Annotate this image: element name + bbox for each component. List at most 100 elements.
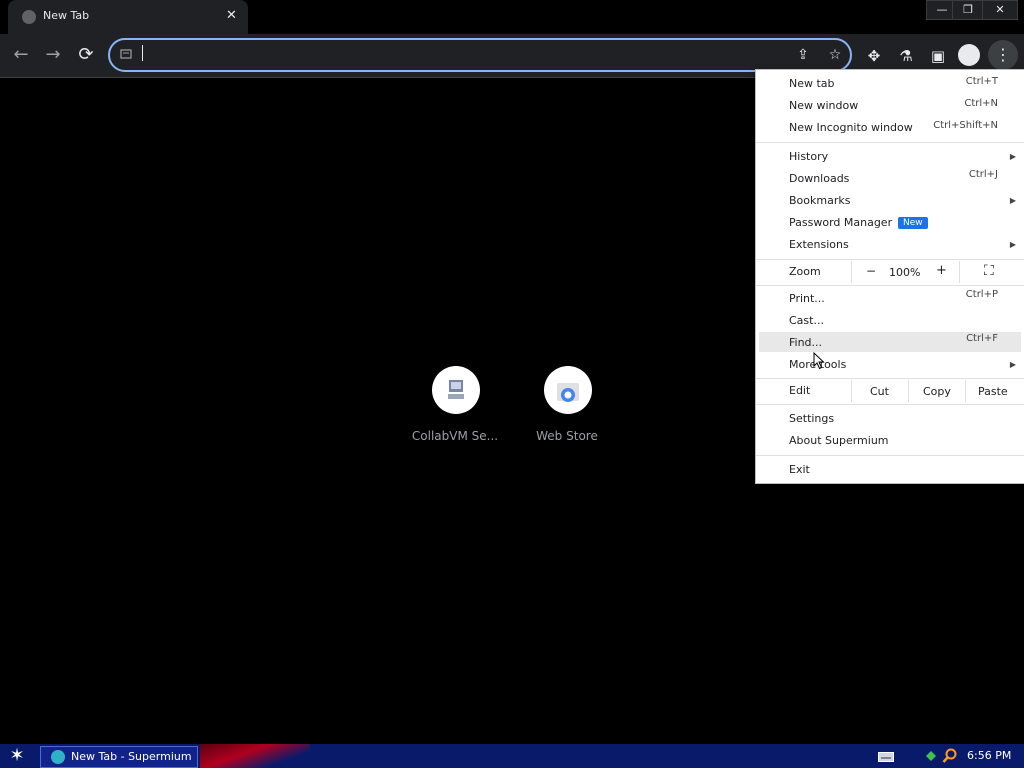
menu-divider: [756, 285, 1024, 286]
menu-divider: [756, 455, 1024, 456]
fullscreen-button[interactable]: ⛶: [959, 261, 1024, 283]
menu-label: About Supermium: [789, 434, 889, 447]
menu-item-cast[interactable]: Cast...: [756, 311, 1024, 331]
labs-icon[interactable]: ⚗: [896, 46, 916, 66]
network-icon[interactable]: [924, 748, 938, 764]
menu-item-print[interactable]: Print... Ctrl+P: [756, 289, 1024, 309]
browser-menu: New tab Ctrl+T New window Ctrl+N New Inc…: [755, 69, 1024, 484]
mouse-cursor-icon: [813, 352, 825, 370]
plus-icon: +: [936, 263, 947, 278]
menu-label: Edit: [789, 384, 811, 397]
menu-item-settings[interactable]: Settings: [756, 409, 1024, 429]
menu-label: New tab: [789, 77, 835, 90]
start-icon[interactable]: ✶: [6, 746, 28, 766]
site-info-icon[interactable]: [120, 48, 132, 60]
more-vertical-icon: ⋮: [995, 45, 1011, 64]
forward-icon[interactable]: →: [40, 43, 66, 69]
cut-button[interactable]: Cut: [851, 380, 908, 402]
menu-label: Downloads: [789, 172, 850, 185]
menu-label: History: [789, 150, 829, 163]
menu-shortcut: Ctrl+N: [964, 98, 998, 109]
close-window-button[interactable]: ✕: [982, 0, 1018, 20]
new-badge: New: [898, 217, 928, 229]
menu-label: New Incognito window: [789, 121, 913, 134]
menu-shortcut: Ctrl+J: [968, 169, 998, 180]
shortcut-label: Web Store: [536, 429, 598, 443]
globe-icon: [22, 10, 36, 24]
keyboard-icon[interactable]: [878, 752, 894, 762]
zoom-level: 100%: [889, 266, 921, 279]
menu-label: New window: [789, 99, 859, 112]
shortcut-tile: [544, 366, 592, 414]
tab-strip: New Tab ✕ — ❐ ✕: [0, 0, 1024, 34]
menu-item-new-window[interactable]: New window Ctrl+N: [756, 96, 1024, 116]
taskbar: ✶ New Tab - Supermium 6:56 PM: [0, 744, 1024, 768]
paste-label: Paste: [978, 385, 1008, 398]
paste-button[interactable]: Paste: [965, 380, 1024, 402]
copy-label: Copy: [923, 385, 951, 398]
collabvm-icon: [448, 380, 464, 399]
web-store-icon: [557, 383, 579, 402]
menu-item-password-manager[interactable]: Password Manager New: [756, 213, 1024, 233]
submenu-arrow-icon: ▶: [1009, 240, 1016, 249]
shortcut-tile: [432, 366, 480, 414]
text-caret: [142, 45, 143, 61]
taskbar-decoration: [200, 744, 310, 768]
extensions-icon[interactable]: ✥: [864, 46, 884, 66]
menu-zoom-row: Zoom − 100% + ⛶: [756, 260, 1024, 284]
menu-label: Exit: [789, 463, 810, 476]
menu-item-downloads[interactable]: Downloads Ctrl+J: [756, 169, 1024, 189]
restore-button[interactable]: ❐: [952, 0, 984, 20]
menu-label: Zoom: [789, 265, 821, 278]
zoom-out-button[interactable]: −: [851, 261, 890, 283]
address-bar[interactable]: ⇪ ☆: [108, 38, 852, 72]
copy-button[interactable]: Copy: [908, 380, 965, 402]
tab-new-tab[interactable]: New Tab ✕: [8, 0, 248, 34]
menu-item-about[interactable]: About Supermium: [756, 431, 1024, 451]
cut-label: Cut: [870, 385, 889, 398]
menu-shortcut: Ctrl+F: [966, 333, 998, 344]
menu-label: Bookmarks: [789, 194, 851, 207]
menu-item-new-tab[interactable]: New tab Ctrl+T: [756, 74, 1024, 94]
submenu-arrow-icon: ▶: [1009, 360, 1016, 369]
close-tab-icon[interactable]: ✕: [226, 8, 237, 23]
menu-edit-row: Edit Cut Copy Paste: [756, 379, 1024, 403]
menu-label: Cast...: [789, 314, 824, 327]
menu-item-more-tools[interactable]: More tools ▶: [756, 355, 1024, 375]
fullscreen-icon: ⛶: [984, 263, 994, 279]
side-panel-icon[interactable]: ▣: [928, 46, 948, 66]
share-icon[interactable]: ⇪: [794, 46, 812, 64]
menu-item-exit[interactable]: Exit: [756, 460, 1024, 480]
shortcut-label: CollabVM Se...: [411, 429, 499, 443]
menu-divider: [756, 142, 1024, 143]
browser-icon: [51, 750, 65, 764]
search-icon[interactable]: [942, 748, 958, 764]
zoom-in-button[interactable]: +: [930, 261, 960, 283]
bookmark-star-icon[interactable]: ☆: [826, 46, 844, 64]
menu-shortcut: Ctrl+T: [965, 76, 998, 87]
menu-label: Settings: [789, 412, 835, 425]
taskbar-item-supermium[interactable]: New Tab - Supermium: [40, 746, 198, 768]
menu-divider: [756, 404, 1024, 405]
menu-label: Extensions: [789, 238, 849, 251]
minus-icon: −: [866, 264, 877, 278]
tab-title: New Tab: [43, 9, 90, 22]
menu-shortcut: Ctrl+Shift+N: [933, 120, 998, 131]
menu-item-find[interactable]: Find... Ctrl+F: [759, 332, 1021, 352]
menu-label: Password Manager: [789, 216, 893, 229]
taskbar-item-label: New Tab - Supermium: [71, 750, 192, 763]
menu-item-new-incognito[interactable]: New Incognito window Ctrl+Shift+N: [756, 118, 1024, 138]
profile-avatar[interactable]: [958, 44, 980, 66]
clock[interactable]: 6:56 PM: [967, 749, 1011, 762]
menu-item-extensions[interactable]: Extensions ▶: [756, 235, 1024, 255]
submenu-arrow-icon: ▶: [1009, 152, 1016, 161]
menu-shortcut: Ctrl+P: [965, 289, 998, 300]
menu-item-history[interactable]: History ▶: [756, 147, 1024, 167]
reload-icon[interactable]: ⟳: [73, 43, 99, 69]
back-icon[interactable]: ←: [8, 43, 34, 69]
submenu-arrow-icon: ▶: [1009, 196, 1016, 205]
menu-button[interactable]: ⋮: [988, 40, 1018, 70]
menu-label: Find...: [789, 336, 823, 349]
menu-item-bookmarks[interactable]: Bookmarks ▶: [756, 191, 1024, 211]
menu-label: Print...: [789, 292, 825, 305]
